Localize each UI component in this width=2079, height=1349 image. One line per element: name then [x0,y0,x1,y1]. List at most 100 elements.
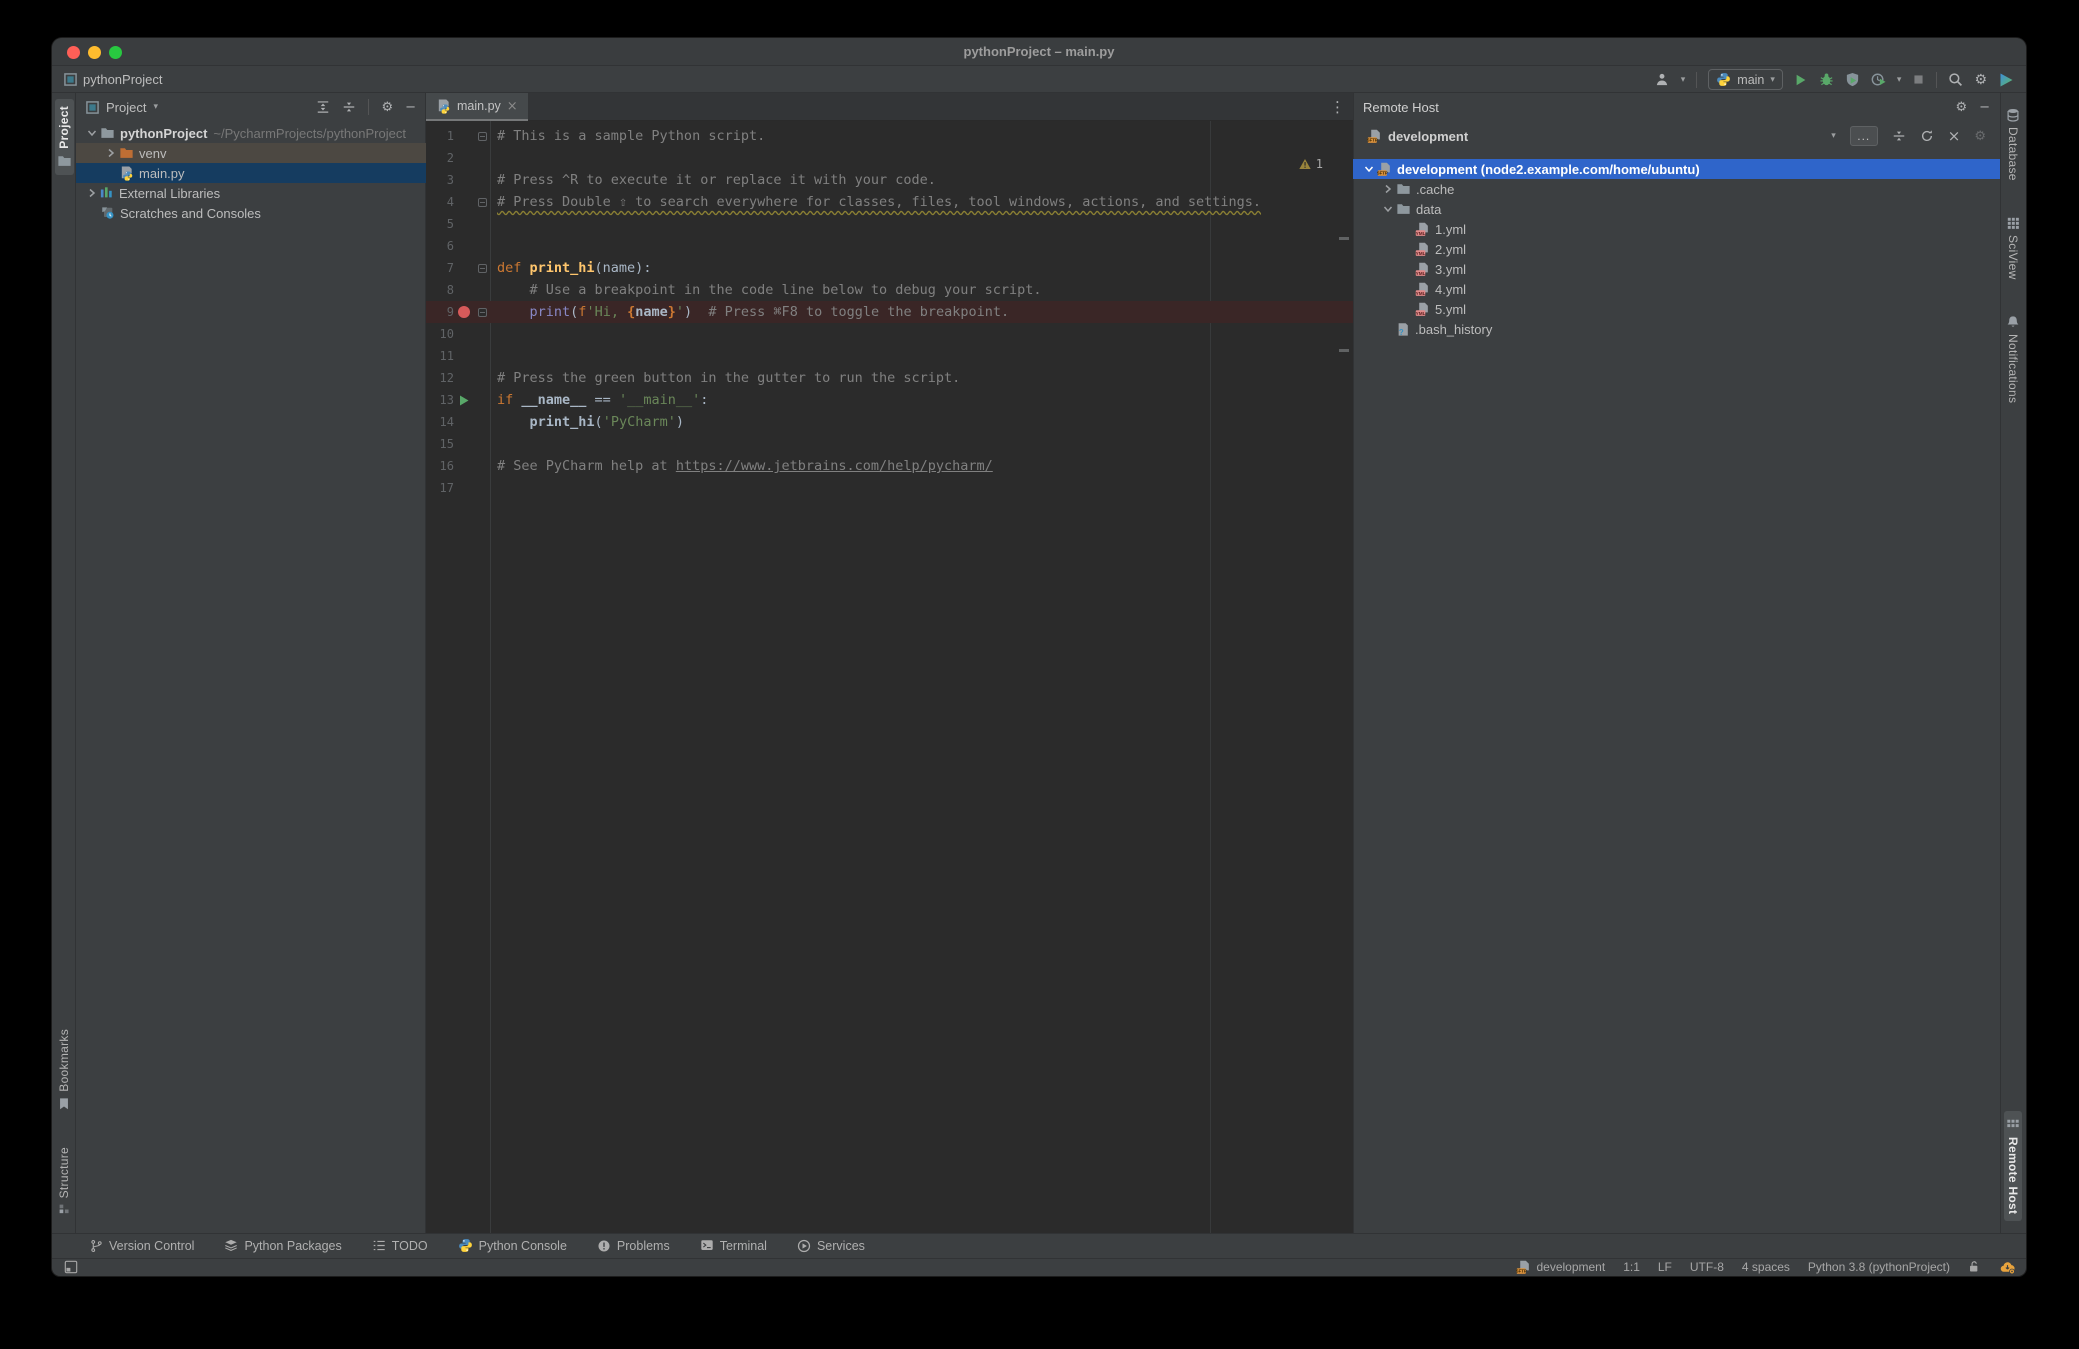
toolwindow-button-python-packages[interactable]: Python Packages [224,1239,342,1253]
tree-item-1.yml[interactable]: YML 1.yml [1353,219,2000,239]
scrollbar-warning-mark[interactable] [1339,349,1349,352]
server-selector[interactable]: SFTP development [1367,129,1468,144]
help-link[interactable]: https://www.jetbrains.com/help/pycharm/ [676,458,993,474]
code-line-12[interactable]: 12 # Press the green button in the gutter… [426,367,1353,389]
code-line-16[interactable]: 16 # See PyCharm help at https://www.jetb… [426,455,1353,477]
status-line-separator[interactable]: LF [1658,1260,1672,1274]
code-line-15[interactable]: 15 [426,433,1353,455]
fold-marker-icon[interactable] [474,125,491,147]
code-line-10[interactable]: 10 [426,323,1353,345]
code-line-2[interactable]: 2 [426,147,1353,169]
tool-window-switcher-icon[interactable] [64,1260,78,1274]
right-tool-stripe: Database SciView Notifications Remote Host [2000,93,2026,1233]
sidebar-item-bookmarks[interactable]: Bookmarks [55,1022,73,1118]
code-line-11[interactable]: 11 [426,345,1353,367]
run-configuration-selector[interactable]: main ▾ [1708,69,1783,90]
tree-item-.bash-history[interactable]: ? .bash_history [1353,319,2000,339]
tree-item-2.yml[interactable]: YML 2.yml [1353,239,2000,259]
settings-gear-icon[interactable]: ⚙ [1974,73,1987,87]
user-account-icon[interactable] [1654,72,1670,87]
fold-marker-icon[interactable] [474,191,491,213]
code-line-5[interactable]: 5 [426,213,1353,235]
more-actions-button[interactable]: ... [1849,126,1878,146]
run-button[interactable] [1794,73,1808,87]
expand-all-icon[interactable] [316,100,330,114]
chevron-down-icon[interactable] [84,128,100,138]
tree-item-data[interactable]: data [1353,199,2000,219]
unlock-icon[interactable] [1968,1260,1981,1274]
chevron-down-icon[interactable] [1380,204,1396,214]
toolwindow-button-python-console[interactable]: Python Console [458,1238,567,1253]
run-with-coverage-button[interactable] [1845,72,1860,87]
tree-item-scratches-and-consoles[interactable]: Scratches and Consoles [76,203,426,223]
hide-panel-icon[interactable]: − [405,101,416,114]
chevron-down-icon[interactable]: ▾ [153,102,158,112]
sidebar-item-database[interactable]: Database [2004,101,2022,188]
status-encoding[interactable]: UTF-8 [1690,1260,1724,1274]
code-line-1[interactable]: 1 # This is a sample Python script. [426,125,1353,147]
profiler-button[interactable] [1871,72,1886,87]
code-line-3[interactable]: 3 # Press ^R to execute it or replace it … [426,169,1353,191]
debug-button[interactable] [1819,72,1834,87]
chevron-right-icon[interactable] [103,148,119,158]
tree-item-venv[interactable]: venv [76,143,426,163]
tree-item-5.yml[interactable]: YML 5.yml [1353,299,2000,319]
chevron-right-icon[interactable] [84,188,100,198]
code-line-4[interactable]: 4 # Press Double ⇧ to search everywhere f… [426,191,1353,213]
tree-item-main.py[interactable]: main.py [76,163,426,183]
code-line-6[interactable]: 6 [426,235,1353,257]
grid-icon [2007,217,2020,230]
close-panel-icon[interactable]: × [1948,128,1961,144]
tree-item-3.yml[interactable]: YML 3.yml [1353,259,2000,279]
project-panel-title[interactable]: Project [106,100,146,115]
cloud-sync-icon[interactable] [1999,1260,2016,1275]
hide-panel-icon[interactable]: − [1979,101,1990,114]
code-area[interactable]: 1 # This is a sample Python script. 2 3 # Pr… [426,121,1353,1233]
code-line-17[interactable]: 17 [426,477,1353,499]
panel-options-gear-icon[interactable]: ⚙ [381,101,393,114]
tree-item-development-node2.example.com-home-ubuntu-[interactable]: SFTP development (node2.example.com/home/… [1353,159,2000,179]
code-line-14[interactable]: 14 print_hi('PyCharm') [426,411,1353,433]
fold-marker-icon[interactable] [474,301,491,323]
code-line-8[interactable]: 8 # Use a breakpoint in the code line be… [426,279,1353,301]
sidebar-item-notifications[interactable]: Notifications [2004,308,2022,410]
scrollbar-warning-mark[interactable] [1339,237,1349,240]
tree-item-.cache[interactable]: .cache [1353,179,2000,199]
gradient-play-icon[interactable] [1998,72,2014,88]
collapse-all-icon[interactable] [342,100,356,114]
fold-marker-icon[interactable] [474,257,491,279]
refresh-icon[interactable] [1920,129,1934,143]
chevron-right-icon[interactable] [1380,184,1396,194]
toolwindow-button-version-control[interactable]: Version Control [90,1239,194,1253]
tree-item-pythonproject[interactable]: pythonProject ~/PycharmProjects/pythonPro… [76,123,426,143]
sidebar-item-project[interactable]: Project [54,99,74,175]
chevron-down-icon[interactable] [1361,164,1377,174]
status-remote-host[interactable]: SFTP development [1516,1260,1605,1275]
run-gutter-icon[interactable] [454,389,474,411]
breakpoint-icon[interactable] [454,301,474,323]
close-tab-icon[interactable]: × [507,99,518,114]
status-indent[interactable]: 4 spaces [1742,1260,1790,1274]
code-line-7[interactable]: 7 def print_hi(name): [426,257,1353,279]
inspection-widget[interactable]: 1 [1298,157,1323,171]
tree-item-external-libraries[interactable]: External Libraries [76,183,426,203]
project-widget[interactable]: pythonProject [64,72,163,87]
tree-item-4.yml[interactable]: YML 4.yml [1353,279,2000,299]
panel-options-gear-icon[interactable]: ⚙ [1955,101,1967,114]
toolwindow-button-terminal[interactable]: Terminal [700,1239,767,1253]
toolwindow-button-problems[interactable]: Problems [597,1239,670,1253]
toolwindow-button-services[interactable]: Services [797,1239,865,1253]
editor-options-kebab-icon[interactable]: ⋮ [1330,98,1345,116]
sidebar-item-structure[interactable]: Structure [55,1140,73,1223]
code-line-9[interactable]: 9 print(f'Hi, {name}') # Press ⌘F8 to to… [426,301,1353,323]
server-selector-caret-icon[interactable]: ▾ [1831,131,1836,141]
toolwindow-button-todo[interactable]: TODO [372,1239,428,1253]
collapse-all-icon[interactable] [1892,129,1906,143]
sidebar-item-sciview[interactable]: SciView [2004,210,2022,287]
status-caret-position[interactable]: 1:1 [1623,1260,1640,1274]
status-interpreter[interactable]: Python 3.8 (pythonProject) [1808,1260,1950,1274]
tab-main-py[interactable]: main.py × [426,93,528,121]
sidebar-item-remote-host[interactable]: Remote Host [2004,1110,2022,1221]
search-everywhere-icon[interactable] [1948,72,1963,87]
code-line-13[interactable]: 13 if __name__ == '__main__': [426,389,1353,411]
